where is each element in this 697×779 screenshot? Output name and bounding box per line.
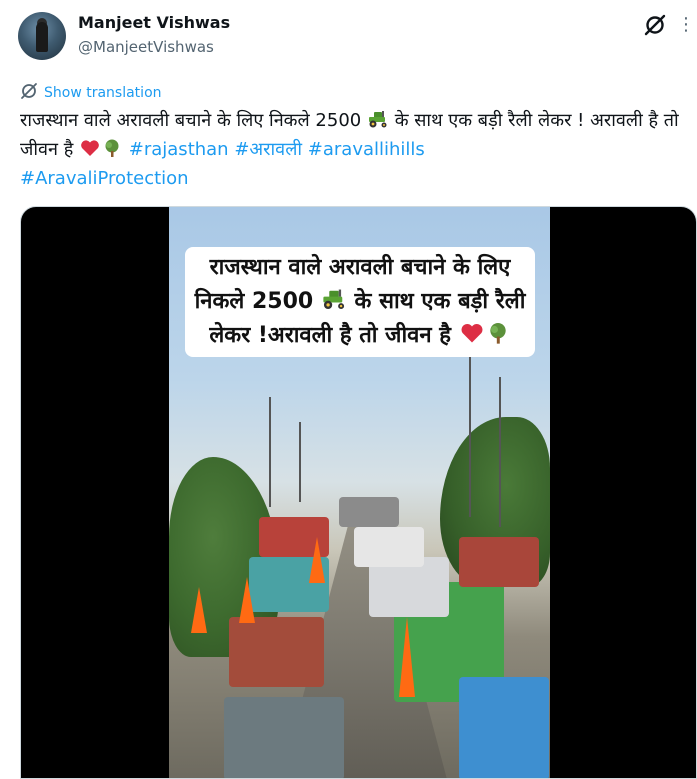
saffron-flag (399, 617, 415, 697)
tree-emoji (101, 137, 123, 157)
globe-icon (20, 82, 38, 104)
tree-emoji (485, 321, 511, 344)
street-pole (269, 397, 271, 507)
tractor (229, 617, 324, 687)
tractor (459, 537, 539, 587)
tractor (339, 497, 399, 527)
tractor (354, 527, 424, 567)
tweet-video[interactable]: राजस्थान वाले अरावली बचाने के लिए निकले … (20, 206, 697, 779)
tractor-emoji (321, 287, 347, 310)
heart-emoji (459, 321, 485, 343)
avatar[interactable] (18, 12, 66, 60)
tractor-emoji (367, 108, 389, 128)
author-display-name[interactable]: Manjeet Vishwas (78, 13, 230, 32)
author-handle[interactable]: @ManjeetVishwas (78, 38, 214, 56)
street-pole (469, 357, 471, 517)
hashtag-aravali-hindi[interactable]: #अरावली (234, 139, 302, 160)
show-translation-label: Show translation (44, 85, 162, 101)
hashtag-aravallihills[interactable]: #aravallihills (308, 139, 425, 160)
heart-emoji (79, 137, 101, 156)
avatar-figure (36, 22, 48, 52)
video-frame[interactable]: राजस्थान वाले अरावली बचाने के लिए निकले … (169, 207, 550, 778)
video-caption: राजस्थान वाले अरावली बचाने के लिए निकले … (185, 247, 535, 357)
saffron-flag (309, 537, 325, 583)
grok-icon[interactable] (642, 12, 668, 38)
tractor (224, 697, 344, 778)
tweet-text: राजस्थान वाले अरावली बचाने के लिए निकले … (20, 106, 690, 193)
more-icon[interactable]: ⋮ (675, 12, 697, 38)
street-pole (299, 422, 301, 502)
hashtag-aravaliprotection[interactable]: #AravaliProtection (20, 168, 189, 189)
saffron-flag (191, 587, 207, 633)
street-pole (499, 377, 501, 527)
hashtag-rajasthan[interactable]: #rajasthan (129, 139, 229, 160)
saffron-flag (239, 577, 255, 623)
show-translation-link[interactable]: Show translation (20, 82, 162, 104)
tweet-text-part2: के साथ एक बड़ी रैली लेकर ! (394, 110, 585, 131)
tractor (459, 677, 549, 778)
tweet-text-part1: राजस्थान वाले अरावली बचाने के लिए निकले … (20, 110, 367, 131)
